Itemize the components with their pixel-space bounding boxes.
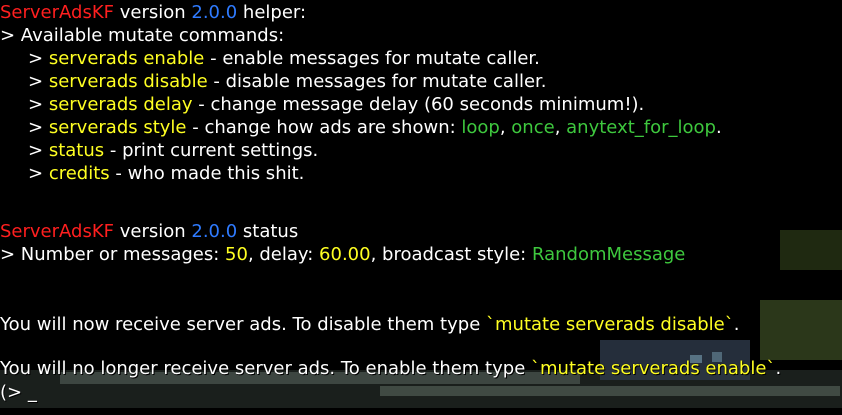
- version-number: 2.0.0: [191, 221, 238, 242]
- command-name: serverads style: [48, 117, 187, 138]
- command-arrow: >: [28, 94, 49, 115]
- delay-label: , delay:: [247, 244, 320, 265]
- option-separator: ,: [554, 117, 567, 138]
- plugin-name: ServerAdsKF: [0, 221, 114, 242]
- line-end-period: .: [775, 358, 782, 379]
- command-arrow: >: [28, 71, 49, 92]
- command-description: - who made this shit.: [109, 163, 305, 184]
- status-header-suffix: status: [237, 221, 299, 242]
- command-arrow: >: [28, 117, 49, 138]
- messages-count: 50: [225, 244, 248, 265]
- command-arrow: >: [28, 163, 49, 184]
- broadcast-style-value: RandomMessage: [531, 244, 686, 265]
- command-description: - enable messages for mutate caller.: [204, 48, 540, 69]
- style-option-anytext: anytext_for_loop: [566, 117, 716, 138]
- enable-confirmation-line: You will now receive server ads. To disa…: [0, 314, 740, 337]
- command-line-delay: > serverads delay - change message delay…: [28, 94, 644, 117]
- command-line-style: > serverads style - change how ads are s…: [28, 117, 722, 140]
- style-option-once: once: [511, 117, 555, 138]
- help-header-line: ServerAdsKF version 2.0.0 helper:: [0, 2, 306, 25]
- help-header-suffix: helper:: [237, 2, 307, 23]
- line-end-period: .: [715, 117, 722, 138]
- option-separator: ,: [499, 117, 512, 138]
- console-log: ServerAdsKF version 2.0.0 helper: > Avai…: [0, 0, 842, 408]
- command-arrow: >: [28, 140, 49, 161]
- enable-confirmation-text: You will now receive server ads. To disa…: [0, 314, 486, 335]
- console-input-prompt[interactable]: (> _: [0, 382, 37, 405]
- messages-label: > Number or messages:: [0, 244, 226, 265]
- command-line-status: > status - print current settings.: [28, 140, 318, 163]
- status-header-line: ServerAdsKF version 2.0.0 status: [0, 221, 298, 244]
- command-name: serverads disable: [48, 71, 208, 92]
- command-line-disable: > serverads disable - disable messages f…: [28, 71, 547, 94]
- command-description: - change message delay (60 seconds minim…: [192, 94, 645, 115]
- command-name: status: [48, 140, 105, 161]
- style-label: , broadcast style:: [370, 244, 532, 265]
- command-description: - print current settings.: [104, 140, 319, 161]
- command-name: serverads enable: [48, 48, 205, 69]
- command-line-enable: > serverads enable - enable messages for…: [28, 48, 540, 71]
- command-name: credits: [48, 163, 110, 184]
- command-description: - change how ads are shown:: [186, 117, 462, 138]
- line-end-period: .: [733, 314, 740, 335]
- style-option-loop: loop: [461, 117, 500, 138]
- version-label: version: [114, 221, 192, 242]
- delay-value: 60.00: [319, 244, 371, 265]
- disable-confirmation-text: You will no longer receive server ads. T…: [0, 358, 531, 379]
- disable-command-hint: `mutate serverads disable`: [486, 314, 734, 335]
- available-commands-line: > Available mutate commands:: [0, 25, 285, 46]
- enable-command-hint: `mutate serverads enable`: [531, 358, 776, 379]
- disable-confirmation-line: You will no longer receive server ads. T…: [0, 358, 781, 381]
- command-description: - disable messages for mutate caller.: [207, 71, 547, 92]
- status-values-line: > Number or messages: 50, delay: 60.00, …: [0, 244, 685, 267]
- version-number: 2.0.0: [191, 2, 238, 23]
- command-name: serverads delay: [48, 94, 193, 115]
- version-label: version: [114, 2, 192, 23]
- plugin-name: ServerAdsKF: [0, 2, 114, 23]
- command-line-credits: > credits - who made this shit.: [28, 163, 304, 186]
- command-arrow: >: [28, 48, 49, 69]
